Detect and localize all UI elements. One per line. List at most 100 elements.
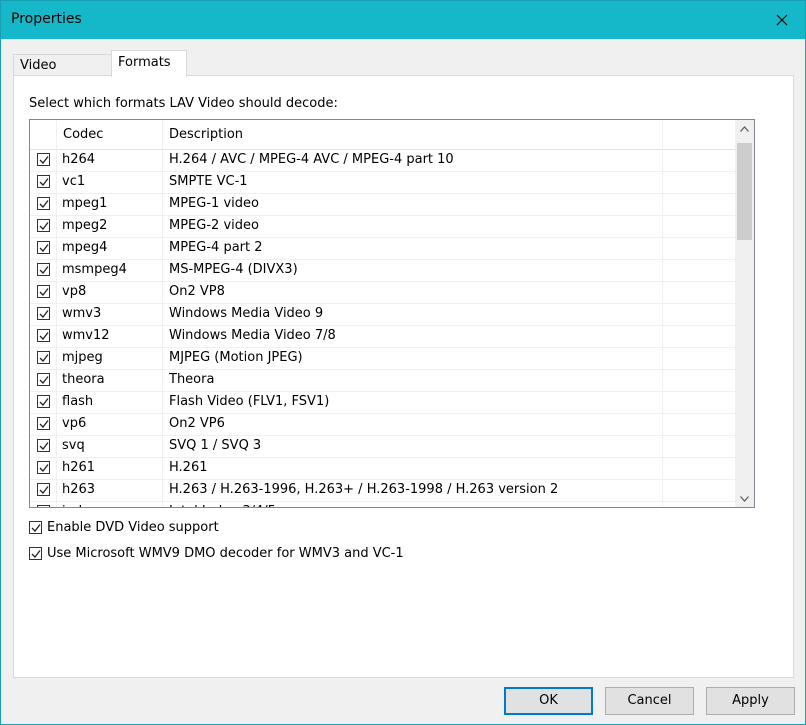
header-check-column[interactable] [30,120,56,149]
list-item[interactable]: theora Theora [30,370,735,392]
check-icon [39,178,49,186]
scroll-thumb[interactable] [737,143,752,240]
list-item[interactable]: vp8 On2 VP8 [30,282,735,304]
formats-prompt: Select which formats LAV Video should de… [29,96,338,111]
format-checkbox[interactable] [37,505,50,508]
codec-cell: mpeg2 [62,218,108,233]
list-item[interactable]: vp6 On2 VP6 [30,414,735,436]
format-checkbox[interactable] [37,219,50,232]
description-cell: Windows Media Video 7/8 [169,328,336,343]
codec-cell: msmpeg4 [62,262,127,277]
wmv9-dmo-label[interactable]: Use Microsoft WMV9 DMO decoder for WMV3 … [47,546,404,561]
check-icon [39,200,49,208]
description-cell: H.261 [169,460,208,475]
codec-cell: mjpeg [62,350,103,365]
properties-dialog: Properties Video Settings Formats Select… [0,0,806,725]
description-cell: H.263 / H.263-1996, H.263+ / H.263-1998 … [169,482,559,497]
check-icon [39,288,49,296]
list-item[interactable]: mpeg4 MPEG-4 part 2 [30,238,735,260]
check-icon [39,222,49,230]
ok-button[interactable]: OK [504,687,593,715]
codec-cell: vp6 [62,416,87,431]
codec-cell: mpeg1 [62,196,108,211]
formats-list: Codec Description h264 H.264 / AVC / MPEG… [29,119,755,508]
list-item[interactable]: mpeg1 MPEG-1 video [30,194,735,216]
cancel-button[interactable]: Cancel [605,687,694,715]
list-item[interactable]: wmv12 Windows Media Video 7/8 [30,326,735,348]
apply-button[interactable]: Apply [706,687,795,715]
description-cell: MPEG-4 part 2 [169,240,263,255]
list-item[interactable]: svq SVQ 1 / SVQ 3 [30,436,735,458]
check-icon [39,376,49,384]
vertical-scrollbar[interactable] [735,120,754,507]
list-item[interactable]: msmpeg4 MS-MPEG-4 (DIVX3) [30,260,735,282]
format-checkbox[interactable] [37,373,50,386]
check-icon [39,398,49,406]
list-item[interactable]: h264 H.264 / AVC / MPEG-4 AVC / MPEG-4 pa… [30,150,735,172]
format-checkbox[interactable] [37,175,50,188]
tab-formats[interactable]: Formats [111,50,187,77]
list-item[interactable]: wmv3 Windows Media Video 9 [30,304,735,326]
check-icon [39,420,49,428]
close-button[interactable] [759,1,805,39]
check-icon [39,442,49,450]
header-codec[interactable]: Codec [63,120,103,149]
format-checkbox[interactable] [37,417,50,430]
chevron-up-icon [740,125,749,132]
format-checkbox[interactable] [37,285,50,298]
description-cell: SVQ 1 / SVQ 3 [169,438,262,453]
list-item[interactable]: mpeg2 MPEG-2 video [30,216,735,238]
codec-cell: svq [62,438,85,453]
format-checkbox[interactable] [37,439,50,452]
list-item[interactable]: flash Flash Video (FLV1, FSV1) [30,392,735,414]
check-icon [39,507,49,508]
wmv9-dmo-checkbox[interactable] [29,547,42,560]
format-checkbox[interactable] [37,241,50,254]
codec-cell: indeo [62,504,98,507]
title-bar: Properties [1,1,805,39]
dvd-support-label[interactable]: Enable DVD Video support [47,520,219,535]
check-icon [39,464,49,472]
format-checkbox[interactable] [37,153,50,166]
check-icon [39,486,49,494]
codec-cell: wmv12 [62,328,110,343]
format-checkbox[interactable] [37,307,50,320]
format-checkbox[interactable] [37,329,50,342]
list-item[interactable]: mjpeg MJPEG (Motion JPEG) [30,348,735,370]
description-cell: SMPTE VC-1 [169,174,248,189]
list-item[interactable]: h261 H.261 [30,458,735,480]
format-checkbox[interactable] [37,461,50,474]
dvd-support-option[interactable]: Enable DVD Video support [29,519,279,537]
format-checkbox[interactable] [37,197,50,210]
codec-cell: h264 [62,152,96,167]
description-cell: Flash Video (FLV1, FSV1) [169,394,330,409]
description-cell: MJPEG (Motion JPEG) [169,350,303,365]
list-item[interactable]: h263 H.263 / H.263-1996, H.263+ / H.263-1… [30,480,735,502]
format-checkbox[interactable] [37,395,50,408]
description-cell: MPEG-1 video [169,196,259,211]
scroll-up-button[interactable] [735,120,754,137]
check-icon [31,524,41,532]
check-icon [39,244,49,252]
format-checkbox[interactable] [37,483,50,496]
format-checkbox[interactable] [37,263,50,276]
header-description[interactable]: Description [169,120,243,149]
description-cell: Windows Media Video 9 [169,306,324,321]
description-cell: On2 VP6 [169,416,225,431]
description-cell: Intel Indeo 3/4/5 [169,504,276,507]
tab-video-settings[interactable]: Video Settings [13,54,115,95]
check-icon [39,156,49,164]
check-icon [39,266,49,274]
list-item[interactable]: vc1 SMPTE VC-1 [30,172,735,194]
check-icon [39,354,49,362]
list-item[interactable]: indeo Intel Indeo 3/4/5 [30,502,735,508]
format-checkbox[interactable] [37,351,50,364]
scroll-down-button[interactable] [735,490,754,507]
list-rows: h264 H.264 / AVC / MPEG-4 AVC / MPEG-4 pa… [30,150,735,508]
codec-cell: vc1 [62,174,86,189]
dvd-support-checkbox[interactable] [29,521,42,534]
description-cell: MPEG-2 video [169,218,259,233]
codec-cell: wmv3 [62,306,102,321]
wmv9-dmo-option[interactable]: Use Microsoft WMV9 DMO decoder for WMV3 … [29,545,449,563]
check-icon [39,310,49,318]
